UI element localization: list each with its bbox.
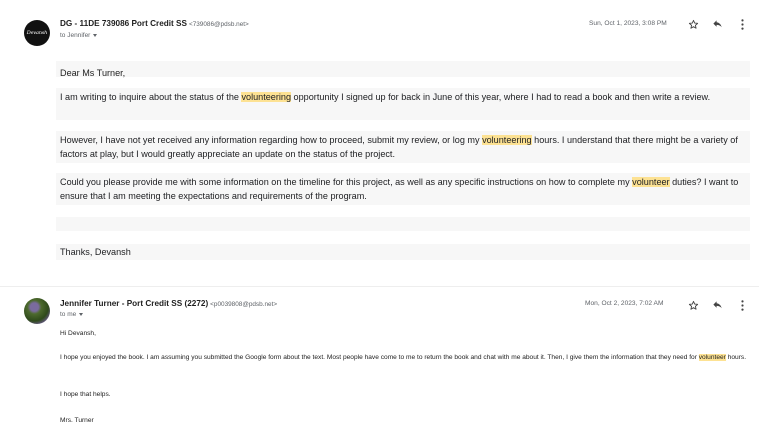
recipient-dropdown[interactable]: to Jennifer — [60, 32, 98, 39]
reply-icon[interactable] — [710, 17, 724, 31]
sender-name-text: DG - 11DE 739086 Port Credit SS — [60, 19, 187, 28]
paragraph-2: However, I have not yet received any inf… — [56, 131, 750, 163]
star-icon[interactable] — [686, 17, 700, 31]
p1-text-b: hours. — [725, 354, 747, 361]
empty-line — [56, 217, 750, 231]
message-date: Mon, Oct 2, 2023, 7:02 AM — [585, 300, 664, 307]
sender-name-text: Jennifer Turner - Port Credit SS (2272) — [60, 299, 209, 308]
reply-icon[interactable] — [710, 298, 724, 312]
p1-text-a: I hope you enjoyed the book. I am assumi… — [60, 354, 699, 361]
recipient-label: to Jennifer — [60, 32, 91, 39]
message-date: Sun, Oct 1, 2023, 3:08 PM — [589, 20, 667, 27]
more-vert-icon[interactable] — [735, 17, 749, 31]
highlight-term: volunteering — [482, 135, 532, 145]
highlight-term: volunteer — [632, 177, 670, 187]
caret-down-icon — [79, 312, 84, 316]
paragraph-1: I hope you enjoyed the book. I am assumi… — [60, 353, 750, 363]
greeting-line: Dear Ms Turner, — [56, 61, 750, 78]
closing-text: Thanks, Devansh — [60, 247, 131, 257]
p2-text-a: However, I have not yet received any inf… — [60, 135, 483, 145]
message-divider — [0, 286, 759, 287]
sender-name[interactable]: DG - 11DE 739086 Port Credit SS <739086@p… — [60, 19, 249, 28]
more-vert-icon[interactable] — [735, 298, 749, 312]
sender-avatar[interactable] — [24, 298, 50, 324]
greeting-text: Dear Ms Turner, — [60, 68, 126, 78]
sender-avatar[interactable]: Devansh — [24, 20, 50, 46]
caret-down-icon — [93, 33, 98, 37]
paragraph-2: I hope that helps. — [60, 391, 111, 398]
signoff-text: Mrs. Turner — [60, 417, 94, 424]
paragraph-1: I am writing to inquire about the status… — [56, 88, 750, 120]
closing-line: Thanks, Devansh — [56, 244, 750, 260]
p1-text-b: opportunity I signed up for back in June… — [291, 92, 711, 102]
star-icon[interactable] — [686, 298, 700, 312]
sender-email: <p0039808@pdsb.net> — [210, 301, 278, 308]
greeting-text: Hi Devansh, — [60, 330, 96, 337]
p3-text-a: Could you please provide me with some in… — [60, 177, 633, 187]
highlight-term: volunteering — [241, 92, 292, 102]
p1-text-a: I am writing to inquire about the status… — [60, 92, 242, 102]
recipient-label: to me — [60, 311, 77, 318]
sender-email: <739086@pdsb.net> — [188, 21, 249, 28]
paragraph-3: Could you please provide me with some in… — [56, 173, 750, 205]
sender-name[interactable]: Jennifer Turner - Port Credit SS (2272) <… — [60, 299, 277, 308]
highlight-term: volunteer — [698, 354, 726, 361]
avatar-text: Devansh — [26, 30, 48, 36]
recipient-dropdown[interactable]: to me — [60, 311, 84, 318]
